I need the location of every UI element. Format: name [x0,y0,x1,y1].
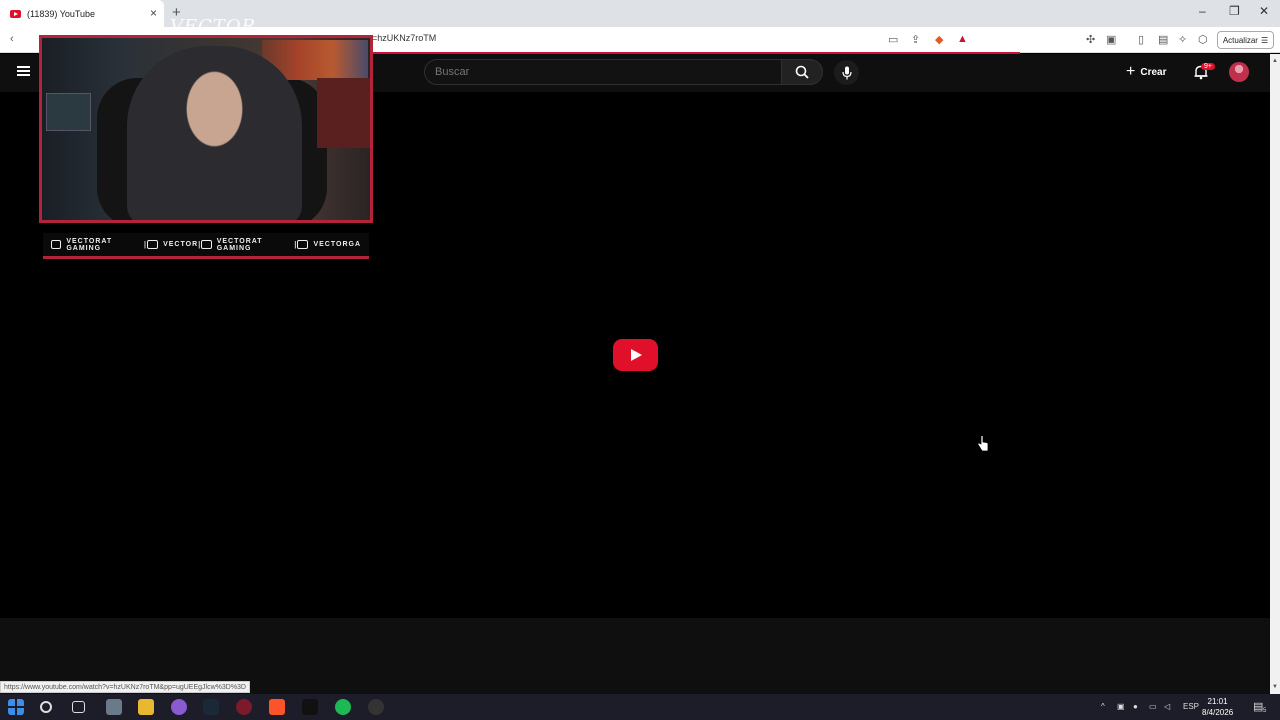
app-icon[interactable] [106,699,122,715]
instagram-icon [297,240,309,249]
search-input[interactable] [435,66,735,78]
tab-title: (11839) YouTube [27,8,96,19]
vpn-icon[interactable]: ⬡ [1198,33,1208,46]
youtube-favicon-icon [10,9,21,18]
cast-icon[interactable]: ▭ [888,33,898,46]
link-status-url: https://www.youtube.com/watch?v=hzUKNz7r… [0,681,250,693]
network-icon[interactable]: ▭ [1149,702,1157,711]
arcade-cabinet [317,78,370,148]
tab-search-icon[interactable]: ▣ [1106,33,1116,46]
page-scrollbar[interactable]: ▲ ▼ [1270,54,1280,694]
youtube-play-button-icon[interactable] [613,339,658,371]
hand-cursor-icon [977,435,989,452]
social-youtube: VECTORAT GAMING [51,238,144,252]
social-links-bar: VECTORAT GAMING | VECTOR | VECTORAT GAMI… [43,233,369,259]
menu-icon: ☰ [1260,35,1269,45]
brave-shield-icon[interactable]: ◆ [935,33,943,46]
wallet-icon[interactable]: ▤ [1158,33,1168,46]
twitch-icon [147,240,159,249]
social-label: VECTOR [163,241,199,248]
microphone-tray-icon[interactable]: ● [1133,702,1138,711]
search-icon [795,65,809,79]
leo-ai-icon[interactable]: ✧ [1178,33,1187,46]
app-icon[interactable] [302,699,318,715]
social-label: VECTORAT GAMING [216,237,263,252]
extensions-icon[interactable]: ✣ [1086,33,1095,46]
create-button[interactable]: + Crear [1126,62,1166,82]
youtube-icon [51,240,62,249]
tab-close-button[interactable]: × [150,6,157,20]
steam-icon[interactable] [203,699,219,715]
brave-rewards-icon[interactable]: ▲ [957,33,968,45]
clock[interactable]: 21:01 8/4/2026 [1202,696,1233,718]
scroll-up-arrow-icon[interactable]: ▲ [1272,58,1278,64]
brand-watermark: VECTOR [170,16,257,37]
microphone-icon [841,66,852,79]
clock-time: 21:01 [1207,697,1228,706]
clock-date: 8/4/2026 [1202,708,1234,717]
social-label: VECTORAT GAMING [66,237,113,252]
sidebar-icon[interactable]: ▯ [1138,33,1144,46]
update-button[interactable]: Actualizar ☰ [1217,31,1274,49]
social-twitter: VECTORAT GAMING [201,238,294,252]
update-label: Actualizar [1222,35,1258,45]
task-view-icon[interactable] [72,701,85,713]
webcam-overlay [39,35,373,223]
minimize-button[interactable]: – [1199,4,1206,18]
notification-count: 5 [1263,708,1267,714]
search-box[interactable] [424,59,782,85]
plus-icon: + [1126,63,1136,80]
search-taskbar-icon[interactable] [40,701,52,713]
background-monitor [46,93,91,131]
social-label: VECTORGA [313,241,361,248]
address-field[interactable]: =hzUKNz7roTM [372,33,436,43]
streamer [127,46,302,220]
social-twitch: VECTOR [147,240,198,249]
create-label: Crear [1140,66,1167,78]
maximize-button[interactable]: ❐ [1229,4,1240,18]
share-icon[interactable]: ⇪ [911,33,920,46]
close-window-button[interactable]: ✕ [1259,4,1269,18]
spotify-icon[interactable] [335,699,351,715]
show-hidden-icons-icon[interactable]: ^ [1101,702,1105,711]
brave-browser-icon[interactable] [269,699,285,715]
app-icon[interactable] [236,699,252,715]
user-avatar[interactable] [1229,62,1249,82]
voice-search-button[interactable] [834,60,859,85]
language-indicator[interactable]: ESP [1183,702,1199,711]
twitter-icon [201,240,212,249]
windows-start-icon[interactable] [8,699,24,715]
obs-icon[interactable] [368,699,384,715]
hamburger-menu-icon[interactable] [17,66,30,76]
notification-center-icon[interactable]: ▤ [1253,700,1263,713]
notification-badge: 9+ [1201,63,1215,70]
browser-tab[interactable]: (11839) YouTube × [0,0,164,27]
device-icon[interactable]: ▣ [1117,702,1125,711]
search-button[interactable] [781,59,823,85]
scroll-down-arrow-icon[interactable]: ▼ [1272,684,1278,690]
volume-icon[interactable]: ◁ [1164,702,1170,711]
windows-taskbar [0,694,1280,720]
social-instagram: VECTORGA [297,240,361,249]
app-icon[interactable] [171,699,187,715]
back-icon[interactable]: ‹ [10,33,14,45]
file-explorer-icon[interactable] [138,699,154,715]
